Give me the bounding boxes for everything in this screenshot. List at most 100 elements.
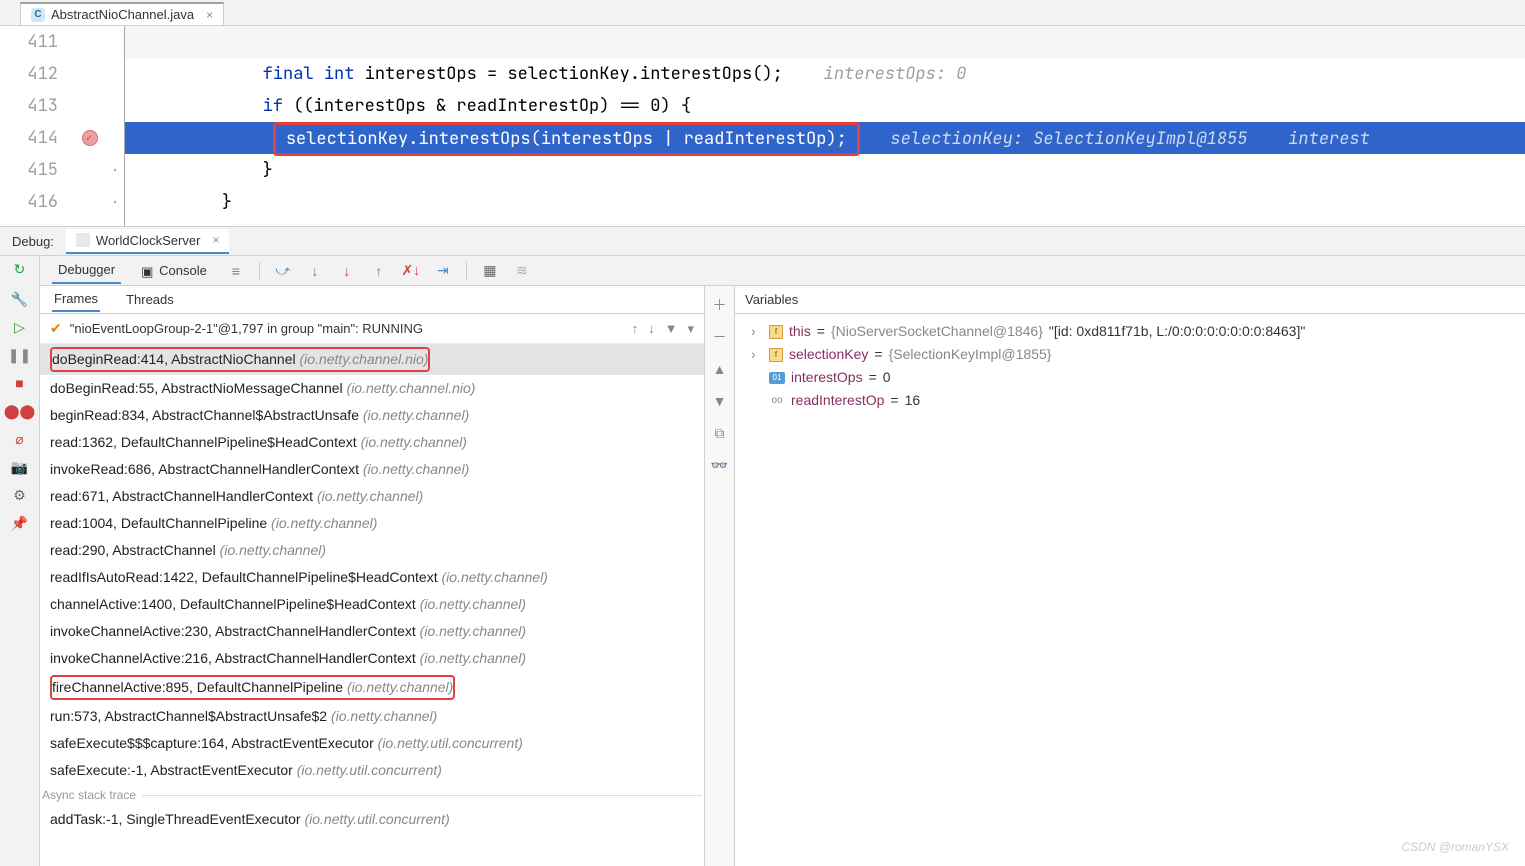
variable-value: 16 — [905, 389, 921, 412]
variable-type: {NioServerSocketChannel@1846} — [831, 320, 1043, 343]
new-watch-icon[interactable]: ＋ — [711, 296, 729, 314]
stack-frame[interactable]: addTask:-1, SingleThreadEventExecutor (i… — [40, 806, 704, 833]
debug-header: Debug: WorldClockServer × — [0, 226, 1525, 256]
editor-tab-bar: C AbstractNioChannel.java × — [0, 0, 1525, 26]
variable-type: {SelectionKeyImpl@1855} — [889, 343, 1052, 366]
filter-icon[interactable]: ▼ — [665, 321, 678, 337]
rerun-icon[interactable]: ↻ — [11, 260, 29, 278]
tab-debugger[interactable]: Debugger — [52, 257, 121, 284]
camera-icon[interactable]: 📷 — [11, 458, 29, 476]
frames-threads-tabs: Frames Threads — [40, 286, 704, 314]
highlighted-statement: selectionKey.interestOps(interestOps | r… — [273, 122, 860, 156]
stack-frame[interactable]: doBeginRead:414, AbstractNioChannel (io.… — [40, 344, 704, 375]
debug-label: Debug: — [0, 234, 66, 249]
stack-frame[interactable]: fireChannelActive:895, DefaultChannelPip… — [40, 672, 704, 703]
drop-frame-icon[interactable]: ✗↓ — [402, 262, 420, 280]
run-config-name: WorldClockServer — [96, 233, 201, 248]
field-icon: f — [769, 325, 783, 339]
resume-icon[interactable]: ▷ — [11, 318, 29, 336]
expand-arrow-icon[interactable]: › — [751, 343, 763, 366]
variables-toolbar: ＋ － ▲ ▼ ⧉ 👓 — [705, 286, 735, 866]
evaluate-expression-icon[interactable]: ▦ — [481, 262, 499, 280]
line-number: 416 — [0, 186, 58, 218]
line-number: 414 — [0, 122, 58, 154]
fold-up-icon[interactable]: ▴ — [112, 195, 118, 208]
variables-panel: Variables ›fthis = {NioServerSocketChann… — [735, 286, 1525, 866]
up-icon[interactable]: ▲ — [711, 360, 729, 378]
force-step-into-icon[interactable]: ↓ — [338, 262, 356, 280]
stack-frame[interactable]: read:290, AbstractChannel (io.netty.chan… — [40, 537, 704, 564]
run-to-cursor-icon[interactable]: ⇥ — [434, 262, 452, 280]
variable-name: readInterestOp — [791, 389, 884, 412]
debug-toolbar: Debugger ▣Console ≡ ⤻ ↓ ↓ ↑ ✗↓ ⇥ ▦ ≋ — [40, 256, 1525, 286]
run-configuration[interactable]: WorldClockServer × — [66, 229, 230, 254]
primitive-icon: 01 — [769, 372, 785, 384]
variable-name: this — [789, 320, 811, 343]
settings-icon[interactable]: ⚙ — [11, 486, 29, 504]
dropdown-icon[interactable]: ▾ — [687, 321, 694, 337]
stack-frame[interactable]: invokeChannelActive:230, AbstractChannel… — [40, 618, 704, 645]
stack-frame[interactable]: channelActive:1400, DefaultChannelPipeli… — [40, 591, 704, 618]
debug-restart-strip: ↻ — [0, 256, 40, 286]
variables-list[interactable]: ›fthis = {NioServerSocketChannel@1846} "… — [735, 314, 1525, 866]
variable-row[interactable]: ›fselectionKey = {SelectionKeyImpl@1855} — [745, 343, 1515, 366]
step-over-icon[interactable]: ⤻ — [274, 262, 292, 280]
stack-frame[interactable]: invokeRead:686, AbstractChannelHandlerCo… — [40, 456, 704, 483]
stack-frame[interactable]: doBeginRead:55, AbstractNioMessageChanne… — [40, 375, 704, 402]
check-icon: ✔ — [50, 320, 62, 337]
stack-frame[interactable]: invokeChannelActive:216, AbstractChannel… — [40, 645, 704, 672]
variable-name: selectionKey — [789, 343, 868, 366]
pause-icon[interactable]: ❚❚ — [11, 346, 29, 364]
wrench-icon[interactable]: 🔧 — [11, 290, 29, 308]
code-line-current: selectionKey.interestOps(interestOps | r… — [125, 122, 1525, 154]
expand-arrow-icon[interactable]: › — [751, 320, 763, 343]
thread-name: "nioEventLoopGroup-2-1"@1,797 in group "… — [70, 321, 423, 336]
tab-frames[interactable]: Frames — [52, 287, 100, 312]
line-number: 412 — [0, 58, 58, 90]
next-frame-icon[interactable]: ↓ — [648, 321, 655, 337]
tab-console[interactable]: ▣Console — [135, 258, 213, 284]
final-icon: oo — [769, 395, 785, 407]
mute-breakpoints-icon[interactable]: ⌀ — [11, 430, 29, 448]
variable-row[interactable]: ooreadInterestOp = 16 — [745, 389, 1515, 412]
code-line: if ((interestOps & readInterestOp) == 0)… — [125, 90, 1525, 122]
close-icon[interactable]: × — [206, 8, 213, 22]
debug-side-toolbar: 🔧 ▷ ❚❚ ■ ⬤⬤ ⌀ 📷 ⚙ 📌 — [0, 286, 40, 866]
stack-frame[interactable]: read:1362, DefaultChannelPipeline$HeadCo… — [40, 429, 704, 456]
step-into-icon[interactable]: ↓ — [306, 262, 324, 280]
view-breakpoints-icon[interactable]: ⬤⬤ — [11, 402, 29, 420]
prev-frame-icon[interactable]: ↑ — [632, 321, 639, 337]
pin-icon[interactable]: 📌 — [11, 514, 29, 532]
variable-name: interestOps — [791, 366, 863, 389]
frame-list[interactable]: doBeginRead:414, AbstractNioChannel (io.… — [40, 344, 704, 866]
thread-selector[interactable]: ✔ "nioEventLoopGroup-2-1"@1,797 in group… — [40, 314, 704, 344]
stop-icon[interactable]: ■ — [11, 374, 29, 392]
step-out-icon[interactable]: ↑ — [370, 262, 388, 280]
variables-header: Variables — [735, 286, 1525, 314]
variable-row[interactable]: 01interestOps = 0 — [745, 366, 1515, 389]
stack-frame[interactable]: readIfIsAutoRead:1422, DefaultChannelPip… — [40, 564, 704, 591]
variable-row[interactable]: ›fthis = {NioServerSocketChannel@1846} "… — [745, 320, 1515, 343]
copy-icon[interactable]: ⧉ — [711, 424, 729, 442]
stack-frame[interactable]: beginRead:834, AbstractChannel$AbstractU… — [40, 402, 704, 429]
stack-frame[interactable]: run:573, AbstractChannel$AbstractUnsafe$… — [40, 703, 704, 730]
glasses-icon[interactable]: 👓 — [711, 456, 729, 474]
stack-frame[interactable]: safeExecute:-1, AbstractEventExecutor (i… — [40, 757, 704, 784]
code-editor[interactable]: 411 412 413 414 415 416 ▴ ▴ final int — [0, 26, 1525, 226]
fold-up-icon[interactable]: ▴ — [112, 163, 118, 176]
remove-watch-icon[interactable]: － — [711, 328, 729, 346]
trace-icon[interactable]: ≋ — [513, 262, 531, 280]
stack-frame[interactable]: read:1004, DefaultChannelPipeline (io.ne… — [40, 510, 704, 537]
field-icon: f — [769, 348, 783, 362]
line-number: 413 — [0, 90, 58, 122]
stack-frame[interactable]: safeExecute$$$capture:164, AbstractEvent… — [40, 730, 704, 757]
editor-tab[interactable]: C AbstractNioChannel.java × — [20, 2, 224, 25]
stack-frame[interactable]: read:671, AbstractChannelHandlerContext … — [40, 483, 704, 510]
down-icon[interactable]: ▼ — [711, 392, 729, 410]
code-area[interactable]: final int interestOps = selectionKey.int… — [125, 26, 1525, 226]
breakpoint-icon[interactable] — [82, 130, 98, 146]
close-icon[interactable]: × — [212, 233, 219, 247]
tab-threads[interactable]: Threads — [124, 288, 176, 311]
watermark: CSDN @romanYSX — [1401, 840, 1509, 854]
show-execution-point-icon[interactable]: ≡ — [227, 262, 245, 280]
